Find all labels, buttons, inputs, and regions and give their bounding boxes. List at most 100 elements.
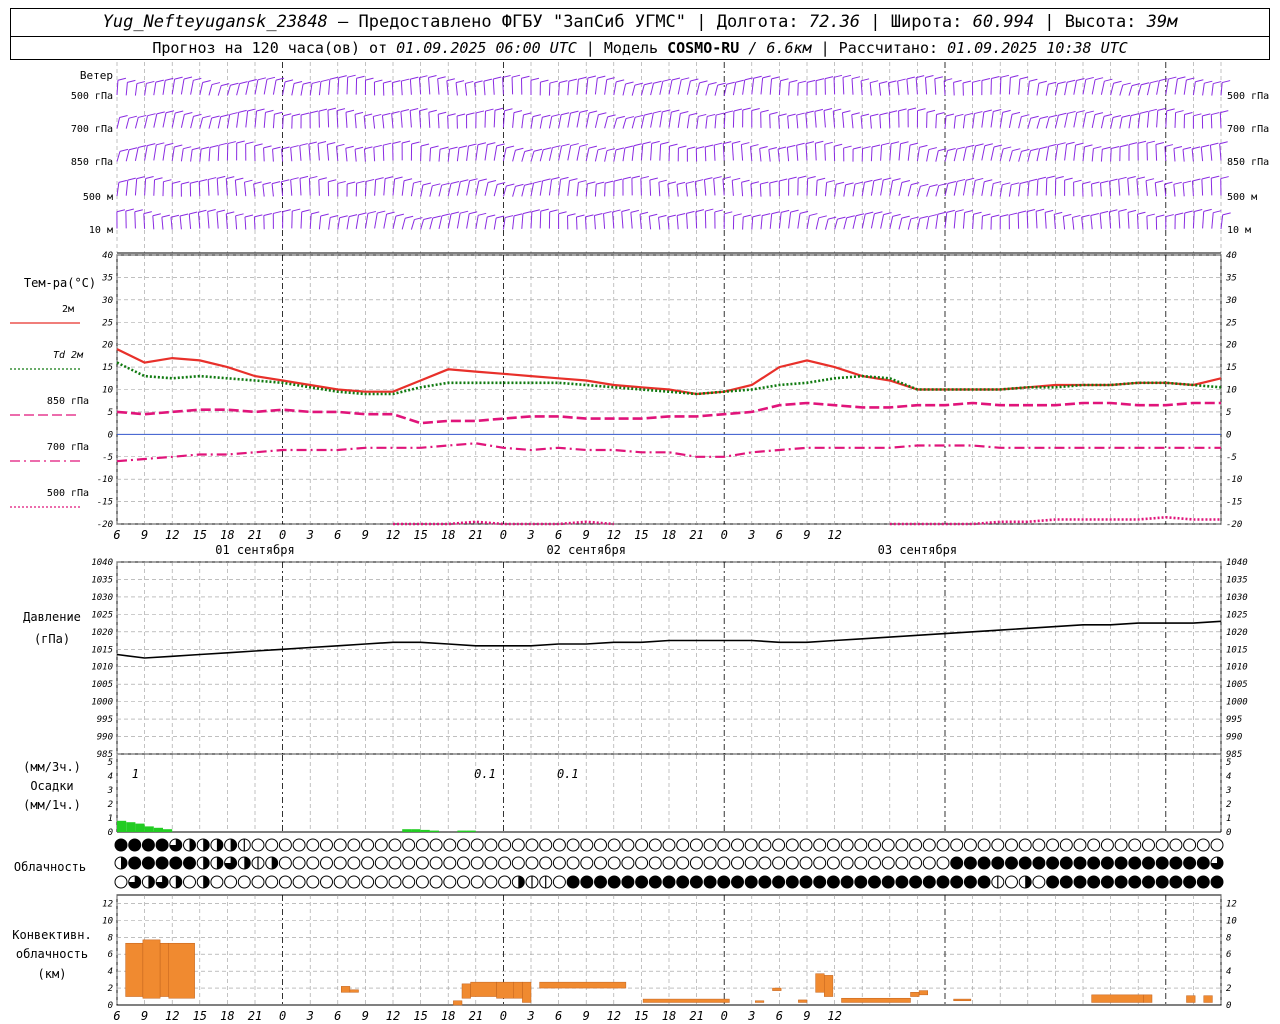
wind-barb-flag <box>1027 209 1036 213</box>
time-tick-label-bottom: 0 <box>279 1009 286 1023</box>
cloud-symbol <box>826 875 840 889</box>
wind-barb-flag <box>386 211 395 215</box>
wind-barb <box>613 118 618 129</box>
wind-barb <box>153 113 158 128</box>
wind-barb-flag <box>845 182 854 186</box>
wind-barb <box>769 78 773 95</box>
cloud-symbol <box>594 875 607 889</box>
wind-barb-flag <box>487 142 496 146</box>
wind-barb-flag <box>154 177 163 181</box>
wind-barb <box>870 180 875 196</box>
wind-barb-flag <box>622 176 632 180</box>
wind-barb-flag <box>136 176 145 180</box>
cloud-symbol <box>895 838 909 852</box>
wind-barb <box>676 215 679 230</box>
wind-barb-flag <box>945 113 955 117</box>
wind-barb <box>935 114 937 129</box>
wind-barb <box>1100 149 1103 162</box>
cloud-symbol <box>402 838 416 852</box>
wind-barb <box>1008 114 1013 128</box>
wind-barb <box>1110 83 1115 96</box>
wind-barb <box>981 111 985 128</box>
wind-barb-flag <box>634 114 644 118</box>
cloud-symbol <box>977 875 991 889</box>
wind-barb <box>1091 148 1094 162</box>
cloud-symbol <box>278 875 292 889</box>
wind-barb <box>134 178 138 196</box>
cloud-symbol <box>689 838 703 852</box>
wind-barb <box>778 115 780 129</box>
temp-ytick-right: 25 <box>1226 318 1237 328</box>
conv-ytick-right: 12 <box>1226 899 1237 909</box>
wind-barb-flag <box>513 110 523 114</box>
wind-barb-flag <box>676 181 686 185</box>
wind-barb-flag <box>193 113 202 117</box>
wind-barb-flag <box>780 78 789 82</box>
wind-barb-flag <box>1045 209 1054 213</box>
wind-barb-flag <box>1094 112 1104 116</box>
wind-barb <box>326 144 330 161</box>
pressure-ytick-left: 1020 <box>91 628 113 638</box>
wind-barb <box>889 216 894 230</box>
wind-barb <box>1191 148 1194 162</box>
conv-ytick-right: 2 <box>1226 984 1231 994</box>
cloud-symbol <box>141 838 155 852</box>
wind-barb <box>134 147 139 161</box>
wind-barb-flag <box>991 214 1000 218</box>
wind-barb-flag <box>496 143 505 147</box>
cloud-symbol <box>977 856 991 870</box>
wind-barb <box>346 77 349 95</box>
wind-barb-flag <box>851 112 860 116</box>
wind-barb-flag <box>881 142 890 146</box>
wind-barb-flag <box>1090 213 1099 216</box>
cloud-symbol <box>936 875 950 889</box>
wind-barb <box>576 146 581 161</box>
wind-barb-flag <box>483 78 493 82</box>
wind-barb <box>1182 149 1185 162</box>
wind-barb-flag <box>596 181 605 185</box>
wind-barb-flag <box>901 215 910 219</box>
wind-barb-flag <box>230 82 239 86</box>
cloud-symbol <box>1114 856 1128 870</box>
wind-barb-flag <box>1039 146 1048 150</box>
wind-barb <box>805 113 808 128</box>
conv-bar <box>522 981 532 1003</box>
wind-barb <box>171 79 176 95</box>
cloud-symbol <box>457 838 470 852</box>
wind-barb-flag <box>955 209 964 213</box>
conv-bar <box>1186 995 1196 1003</box>
wind-barb-flag <box>1155 141 1165 145</box>
cloud-symbol <box>813 875 827 889</box>
wind-barb-flag <box>685 180 695 184</box>
wind-barb-flag <box>432 215 441 219</box>
wind-barb-flag <box>898 108 907 112</box>
wind-barb-flag <box>542 114 551 118</box>
wind-barb-flag <box>568 78 578 82</box>
wind-barb-flag <box>365 77 374 81</box>
wind-barb-flag <box>192 147 201 151</box>
wind-barb-flag <box>216 209 226 213</box>
cloud-symbol <box>114 838 128 852</box>
cloud-symbol <box>1046 856 1060 870</box>
wind-level-label: 10 м <box>89 225 113 236</box>
wind-barb-flag <box>588 145 598 149</box>
wind-barb <box>1054 83 1059 96</box>
wind-barb-flag <box>327 141 336 145</box>
time-tick-label: 6 <box>555 528 562 542</box>
precip-ytick-left: 3 <box>107 786 113 796</box>
wind-barb <box>824 144 826 161</box>
wind-barb-flag <box>1019 76 1029 80</box>
wind-barb-flag <box>769 180 778 184</box>
wind-barb <box>1018 116 1022 129</box>
temp-legend-label: 2м <box>62 304 74 315</box>
precip-unit-3h: (мм/3ч.) <box>23 760 81 774</box>
wind-barb-flag <box>1173 146 1183 149</box>
wind-barb-flag <box>625 81 634 85</box>
conv-ytick-left: 6 <box>108 950 113 960</box>
wind-barb-flag <box>621 208 630 212</box>
wind-barb-flag <box>392 80 401 84</box>
cloud-symbol <box>347 875 361 889</box>
wind-barb-flag <box>807 176 816 179</box>
cloud-symbol <box>484 856 498 870</box>
wind-barb <box>870 146 873 162</box>
